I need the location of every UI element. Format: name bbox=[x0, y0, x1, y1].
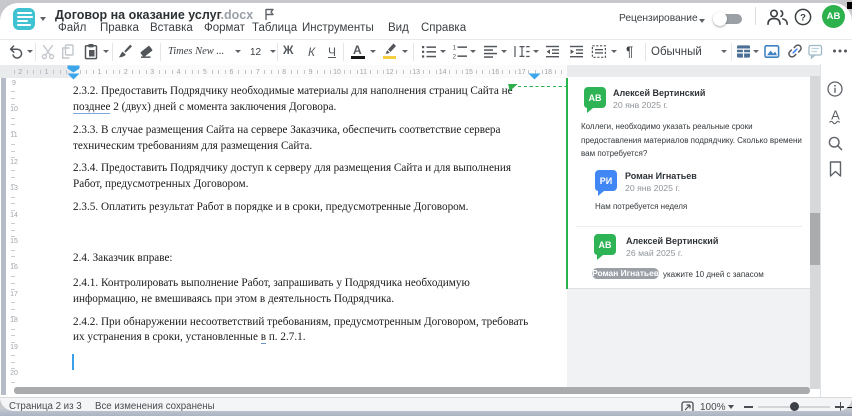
svg-text:?: ? bbox=[800, 12, 806, 23]
svg-text:АВ: АВ bbox=[599, 240, 612, 250]
svg-text:РИ: РИ bbox=[600, 176, 612, 186]
svg-text:1: 1 bbox=[453, 45, 457, 52]
svg-text:А: А bbox=[831, 108, 840, 123]
svg-text:2: 2 bbox=[453, 54, 457, 59]
svg-text:АВ: АВ bbox=[589, 93, 602, 103]
